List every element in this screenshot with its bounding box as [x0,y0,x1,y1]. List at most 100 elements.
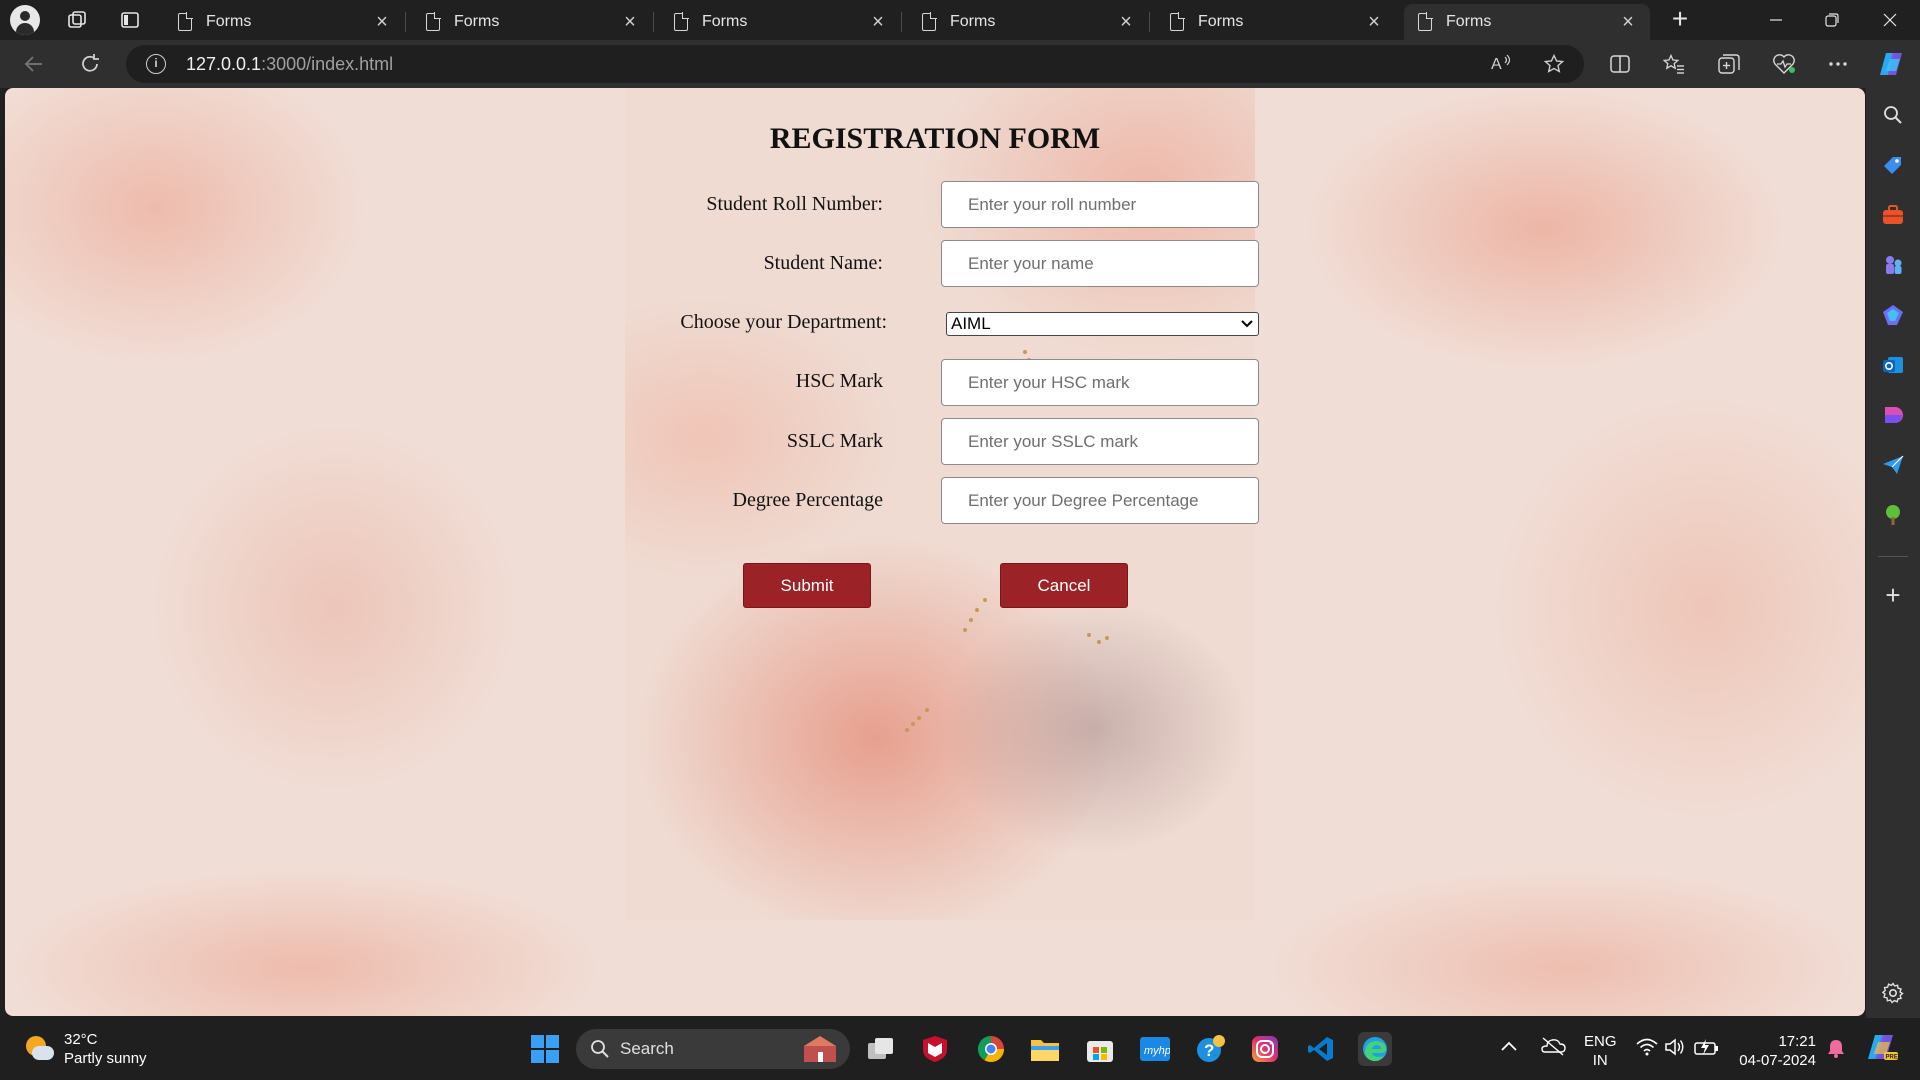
degree-percentage-label: Degree Percentage [732,489,883,511]
windows-taskbar: 32°C Partly sunny Search myhp ? ENG IN 1… [0,1018,1920,1080]
designer-icon[interactable] [1876,398,1910,432]
settings-gear-icon[interactable] [1876,976,1910,1010]
tree-icon[interactable] [1876,498,1910,532]
windows-start-icon[interactable] [528,1032,562,1066]
student-name-label: Student Name: [763,252,883,274]
shopping-tag-icon[interactable] [1876,148,1910,182]
language-indicator[interactable]: ENG IN [1584,1032,1617,1070]
instagram-icon[interactable] [1248,1032,1282,1066]
copilot-taskbar-icon[interactable]: PRE [1866,1032,1898,1069]
games-chess-icon[interactable] [1876,248,1910,282]
close-tab-icon[interactable]: × [1364,12,1384,32]
partly-sunny-icon [24,1034,54,1064]
browser-tab[interactable]: Forms × [1156,4,1396,40]
restore-button[interactable] [1804,0,1860,40]
page-icon [922,12,937,31]
battery-charging-icon[interactable] [1694,1038,1720,1061]
edge-sidebar: + [1866,88,1920,1018]
student-name-input[interactable] [941,240,1259,287]
task-view-icon[interactable] [864,1032,898,1066]
tab-title: Forms [1198,13,1244,30]
taskbar-search[interactable]: Search [576,1029,850,1069]
workspaces-icon[interactable] [60,6,94,34]
close-tab-icon[interactable]: × [372,12,392,32]
search-icon[interactable] [1876,98,1910,132]
clock-time: 17:21 [1778,1033,1816,1050]
favorite-star-icon[interactable] [1540,51,1568,77]
copilot-icon[interactable] [1874,48,1910,80]
back-button[interactable] [16,48,52,80]
more-options-icon[interactable] [1820,48,1856,80]
search-icon [591,1040,609,1058]
url-text[interactable]: 127.0.0.1:3000/index.html [186,54,393,75]
browser-tab-active[interactable]: Forms × [1404,4,1650,40]
department-selected-value: AIML [951,314,991,333]
onedrive-offline-icon[interactable] [1540,1036,1566,1061]
read-aloud-icon[interactable]: A [1488,51,1516,77]
split-screen-icon[interactable] [1602,48,1638,80]
notification-bell-icon[interactable] [1826,1038,1846,1063]
myhp-icon[interactable]: myhp [1138,1032,1172,1066]
hsc-mark-input[interactable] [941,359,1259,406]
page-icon [426,12,441,31]
weather-description: Partly sunny [64,1050,147,1067]
send-drop-icon[interactable] [1876,448,1910,482]
edge-icon[interactable] [1358,1032,1392,1066]
add-sidebar-app-icon[interactable]: + [1876,578,1910,612]
tab-title: Forms [950,13,996,30]
chevron-down-icon [1240,314,1254,334]
file-explorer-icon[interactable] [1028,1032,1062,1066]
volume-icon[interactable] [1664,1038,1686,1061]
close-tab-icon[interactable]: × [620,12,640,32]
favorites-icon[interactable] [1656,48,1692,80]
microsoft-store-icon[interactable] [1083,1032,1117,1066]
mcafee-icon[interactable] [918,1032,952,1066]
close-tab-icon[interactable]: × [1116,12,1136,32]
tab-title: Forms [206,13,252,30]
wifi-icon[interactable] [1636,1038,1658,1061]
department-select[interactable]: AIML [946,312,1259,336]
tab-actions-icon[interactable] [113,6,147,34]
weather-temperature: 32°C [64,1031,98,1048]
address-bar[interactable]: i 127.0.0.1:3000/index.html A [126,45,1584,83]
tab-title: Forms [702,13,748,30]
profile-icon[interactable] [10,5,40,35]
copilot-app-icon[interactable] [1876,298,1910,332]
collections-icon[interactable] [1711,48,1747,80]
browser-essentials-icon[interactable] [1766,48,1802,80]
new-tab-button[interactable]: + [1662,4,1698,36]
refresh-button[interactable] [72,48,108,80]
roll-number-label: Student Roll Number: [706,193,883,215]
page-icon [674,12,689,31]
svg-text:myhp: myhp [1144,1045,1170,1057]
browser-tab[interactable]: Forms × [660,4,902,40]
page-viewport: REGISTRATION FORM Student Roll Number: S… [5,88,1865,1016]
browser-tab[interactable]: Forms × [164,4,406,40]
svg-text:A: A [1491,56,1502,73]
tab-title: Forms [454,13,500,30]
browser-tab[interactable]: Forms × [908,4,1150,40]
sslc-mark-input[interactable] [941,418,1259,465]
clock[interactable]: 17:21 04-07-2024 [1738,1032,1816,1070]
department-label: Choose your Department: [680,311,887,333]
roll-number-input[interactable] [941,181,1259,228]
browser-tab[interactable]: Forms × [412,4,654,40]
submit-button[interactable]: Submit [743,563,871,608]
vscode-icon[interactable] [1304,1032,1338,1066]
close-tab-icon[interactable]: × [1618,12,1638,32]
cancel-button[interactable]: Cancel [1000,563,1128,608]
hsc-mark-label: HSC Mark [795,370,883,392]
degree-percentage-input[interactable] [941,477,1259,524]
show-hidden-icons[interactable] [1500,1038,1518,1057]
close-window-button[interactable] [1862,0,1918,40]
search-label: Search [620,1039,674,1058]
site-info-icon[interactable]: i [146,54,166,74]
get-help-icon[interactable]: ? [1194,1032,1228,1066]
tools-briefcase-icon[interactable] [1876,198,1910,232]
outlook-icon[interactable] [1876,348,1910,382]
weather-widget[interactable]: 32°C Partly sunny [24,1030,147,1068]
minimize-button[interactable] [1748,0,1804,40]
tab-title: Forms [1446,13,1492,30]
chrome-icon[interactable] [974,1032,1008,1066]
close-tab-icon[interactable]: × [868,12,888,32]
